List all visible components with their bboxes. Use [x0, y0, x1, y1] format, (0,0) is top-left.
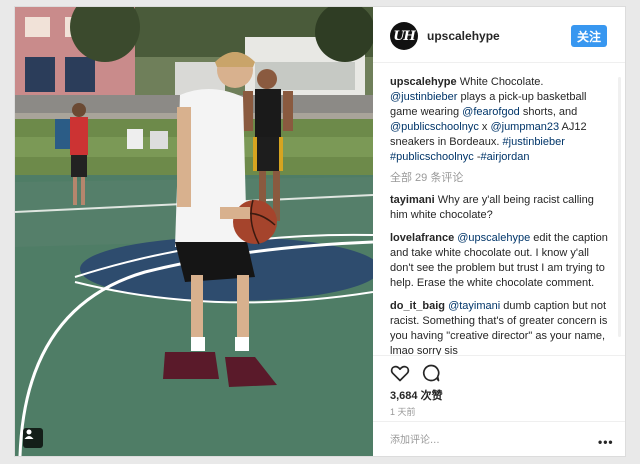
- more-options-icon[interactable]: •••: [598, 435, 614, 449]
- post-side-panel: UH upscalehype 关注 upscalehype White Choc…: [373, 7, 625, 456]
- scrollbar[interactable]: [618, 77, 621, 337]
- mention-link[interactable]: @tayimani: [448, 300, 500, 312]
- comment-item: do_it_baig @tayimani dumb caption but no…: [390, 299, 613, 355]
- caption-text: x: [478, 121, 491, 133]
- post-header: UH upscalehype 关注: [373, 7, 625, 63]
- comment-username[interactable]: lovelafrance: [390, 232, 457, 244]
- post-photo[interactable]: [15, 7, 373, 456]
- mention-link[interactable]: #airjordan: [481, 151, 530, 163]
- caption-text: White Chocolate.: [456, 76, 544, 88]
- mention-link[interactable]: @fearofgod: [462, 106, 520, 118]
- comment-item: lovelafrance @upscalehype edit the capti…: [390, 231, 613, 291]
- action-bar: [373, 355, 625, 385]
- avatar[interactable]: UH: [390, 22, 418, 50]
- like-count[interactable]: 3,684 次赞: [390, 387, 443, 403]
- comment-username[interactable]: do_it_baig: [390, 300, 448, 312]
- add-comment-input[interactable]: [390, 432, 580, 448]
- timestamp: 1 天前: [390, 407, 416, 417]
- caption-username[interactable]: upscalehype: [390, 76, 457, 88]
- post-dialog: UH upscalehype 关注 upscalehype White Choc…: [14, 6, 626, 457]
- comment-bubble-icon[interactable]: [421, 363, 441, 383]
- follow-button[interactable]: 关注: [571, 25, 607, 47]
- username-link[interactable]: upscalehype: [427, 29, 500, 43]
- comments-list: upscalehype White Chocolate. @justinbieb…: [373, 63, 625, 355]
- mention-link[interactable]: @jumpman23: [490, 121, 559, 133]
- mention-link[interactable]: @justinbieber: [390, 91, 457, 103]
- comment-thread: tayimani Why are y'all being racist call…: [390, 193, 613, 355]
- caption: upscalehype White Chocolate. @justinbieb…: [390, 75, 613, 165]
- mention-link[interactable]: @upscalehype: [457, 232, 530, 244]
- comment-username[interactable]: tayimani: [390, 194, 438, 206]
- caption-text: -: [473, 151, 481, 163]
- caption-text: shorts, and: [519, 106, 578, 118]
- add-comment-bar: •••: [373, 421, 625, 456]
- basketball-court-photo: [15, 7, 373, 456]
- mention-link[interactable]: @publicschoolnyc: [390, 121, 479, 133]
- heart-icon[interactable]: [390, 363, 410, 383]
- mention-link[interactable]: #publicschoolnyc: [390, 151, 474, 163]
- view-all-comments-link[interactable]: 全部 29 条评论: [390, 171, 613, 186]
- comment-item: tayimani Why are y'all being racist call…: [390, 193, 613, 223]
- user-tag-icon[interactable]: [23, 428, 43, 448]
- mention-link[interactable]: #justinbieber: [503, 136, 565, 148]
